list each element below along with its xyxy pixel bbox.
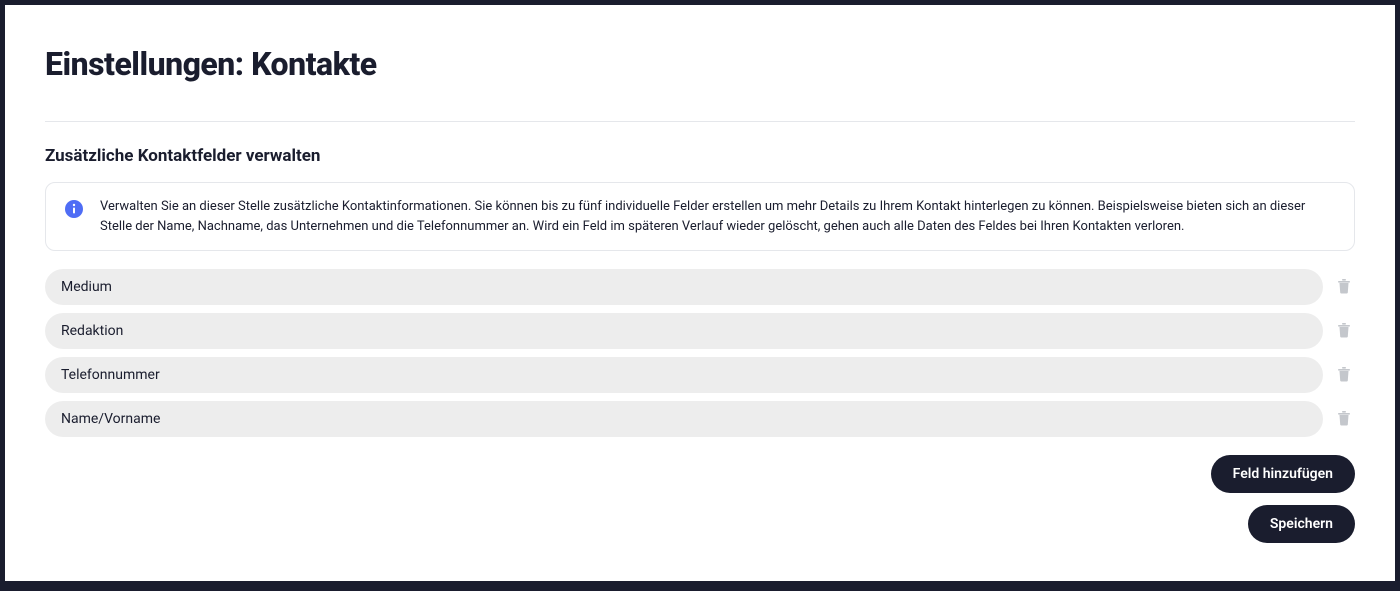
delete-field-button[interactable] xyxy=(1333,318,1355,345)
delete-field-button[interactable] xyxy=(1333,274,1355,301)
app-frame: Einstellungen: Kontakte Zusätzliche Kont… xyxy=(5,5,1395,581)
contact-field-input[interactable] xyxy=(45,401,1323,437)
contact-field-input[interactable] xyxy=(45,269,1323,305)
contact-field-input[interactable] xyxy=(45,357,1323,393)
trash-icon xyxy=(1337,322,1351,341)
delete-field-button[interactable] xyxy=(1333,406,1355,433)
trash-icon xyxy=(1337,366,1351,385)
fields-list xyxy=(45,269,1355,437)
divider xyxy=(45,121,1355,122)
field-row xyxy=(45,357,1355,393)
info-box: Verwalten Sie an dieser Stelle zusätzlic… xyxy=(45,182,1355,251)
contact-field-input[interactable] xyxy=(45,313,1323,349)
info-icon xyxy=(64,199,84,219)
field-row xyxy=(45,269,1355,305)
save-button[interactable]: Speichern xyxy=(1248,505,1355,543)
trash-icon xyxy=(1337,278,1351,297)
info-text: Verwalten Sie an dieser Stelle zusätzlic… xyxy=(100,197,1336,236)
delete-field-button[interactable] xyxy=(1333,362,1355,389)
section-title: Zusätzliche Kontaktfelder verwalten xyxy=(45,146,1355,166)
page-title: Einstellungen: Kontakte xyxy=(45,45,1355,83)
field-row xyxy=(45,313,1355,349)
actions: Feld hinzufügen Speichern xyxy=(45,455,1355,543)
add-field-button[interactable]: Feld hinzufügen xyxy=(1211,455,1355,493)
field-row xyxy=(45,401,1355,437)
trash-icon xyxy=(1337,410,1351,429)
